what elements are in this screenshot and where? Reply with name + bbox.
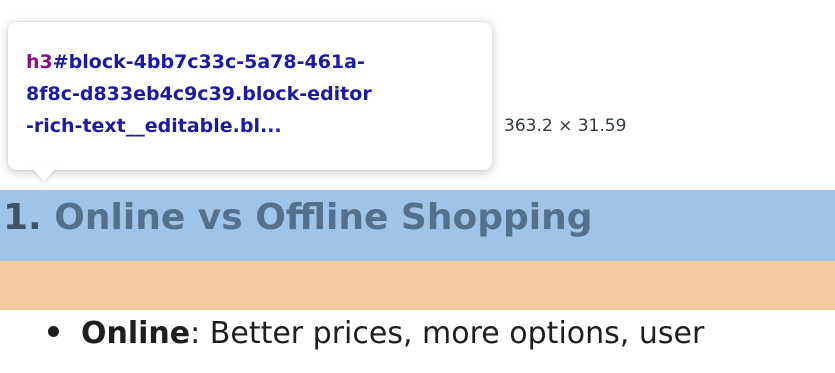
tooltip-dimensions: 363.2 × 31.59 bbox=[504, 116, 627, 136]
tooltip-tag-name: h3 bbox=[26, 51, 53, 73]
inspector-tooltip: h3#block-4bb7c33c-5a78-461a- 8f8c-d833eb… bbox=[8, 22, 626, 170]
heading-number: 1. bbox=[3, 197, 42, 238]
list-item-strong: Online bbox=[81, 316, 191, 351]
tooltip-selector-part-3: -rich-text__editable.bl... bbox=[26, 115, 282, 137]
bullet-icon bbox=[48, 326, 59, 337]
tooltip-selector-part-1: #block-4bb7c33c-5a78-461a- bbox=[52, 51, 365, 73]
page: h3#block-4bb7c33c-5a78-461a- 8f8c-d833eb… bbox=[0, 0, 835, 373]
tooltip-selector-line-2: 8f8c-d833eb4c9c39.block-editor bbox=[26, 78, 474, 110]
tooltip-selector-part-2: 8f8c-d833eb4c9c39.block-editor bbox=[26, 83, 372, 105]
list-item[interactable]: Online: Better prices, more options, use… bbox=[48, 316, 704, 351]
bullet-list: Online: Better prices, more options, use… bbox=[48, 316, 704, 351]
list-item-text: : Better prices, more options, user bbox=[190, 316, 705, 351]
section-heading[interactable]: 1. Online vs Offline Shopping bbox=[3, 197, 592, 238]
element-margin-highlight bbox=[0, 261, 835, 310]
tooltip-selector-line-1: h3#block-4bb7c33c-5a78-461a- bbox=[26, 46, 474, 78]
tooltip-arrow bbox=[32, 168, 56, 182]
heading-text: Online vs Offline Shopping bbox=[54, 197, 593, 238]
tooltip-selector-line-3: -rich-text__editable.bl... bbox=[26, 110, 474, 142]
